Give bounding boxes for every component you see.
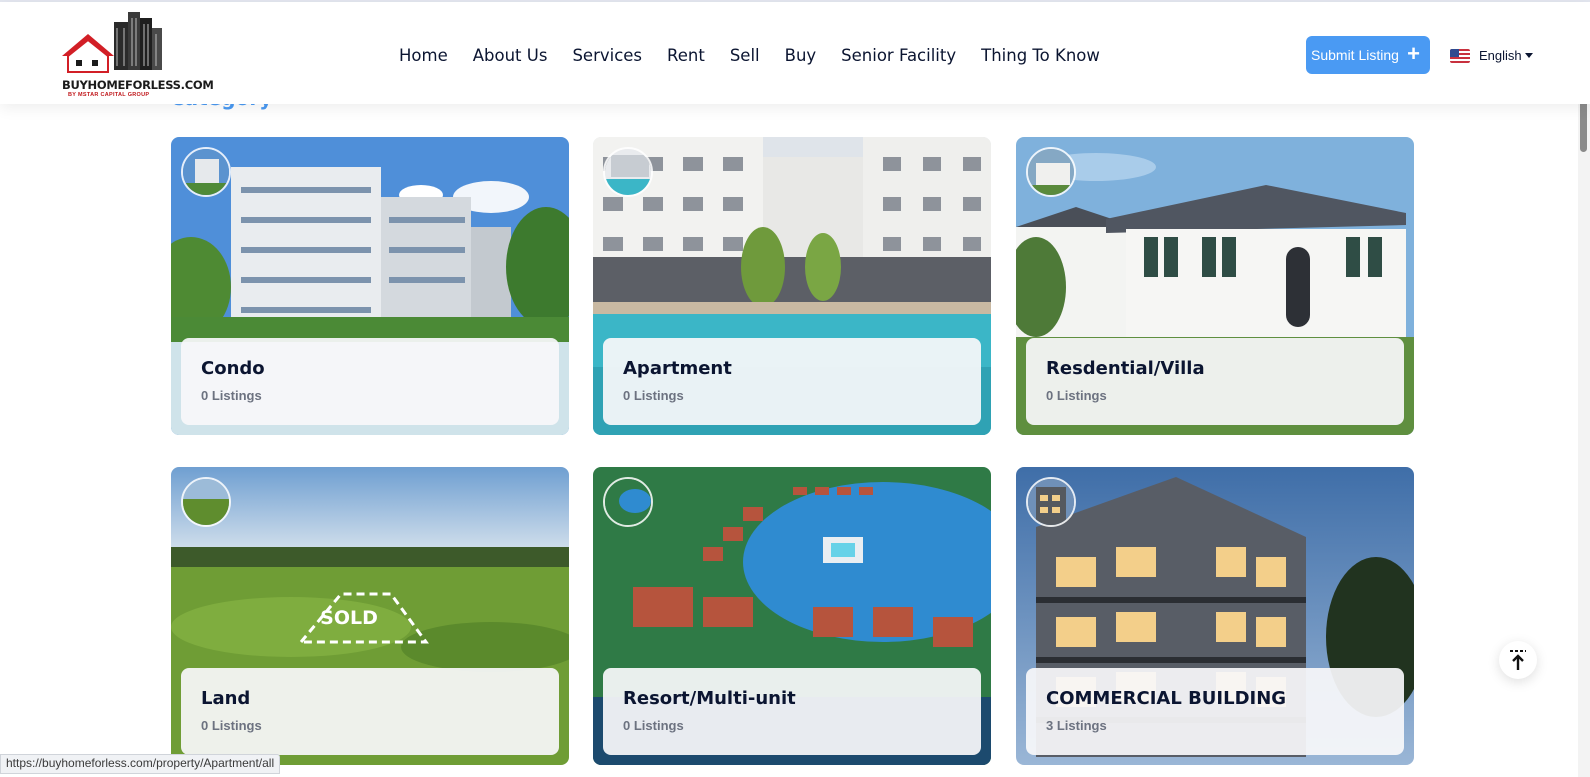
nav-home[interactable]: Home <box>399 46 448 65</box>
condo-info-panel: Condo 0 Listings <box>181 338 559 425</box>
sold-label: SOLD <box>320 607 378 629</box>
status-bar-url: https://buyhomeforless.com/property/Apar… <box>0 754 281 774</box>
listing-count: 0 Listings <box>201 718 262 733</box>
villa-thumbnail <box>1026 147 1076 197</box>
language-label: English <box>1479 48 1522 63</box>
apartment-thumbnail <box>603 147 653 197</box>
commercial-building-thumbnail <box>1026 477 1076 527</box>
chevron-down-icon <box>1524 53 1533 58</box>
nav-services[interactable]: Services <box>572 46 642 65</box>
nav-buy[interactable]: Buy <box>785 46 817 65</box>
commercial-building-info-panel: COMMERCIAL BUILDING 3 Listings <box>1026 668 1404 755</box>
nav-thing-to-know[interactable]: Thing To Know <box>981 46 1100 65</box>
language-selector[interactable]: English <box>1450 48 1533 63</box>
logo-wordmark: BUYHOMEFORLESS.COM <box>62 78 214 92</box>
listing-count: 0 Listings <box>1046 388 1107 403</box>
category-card-apartment[interactable]: Apartment 0 Listings <box>593 137 991 435</box>
apartment-info-panel: Apartment 0 Listings <box>603 338 981 425</box>
category-card-residential-villa[interactable]: Resdential/Villa 0 Listings <box>1016 137 1414 435</box>
nav-rent[interactable]: Rent <box>667 46 705 65</box>
category-title: COMMERCIAL BUILDING <box>1046 688 1287 709</box>
resort-thumbnail <box>603 477 653 527</box>
category-title: Resort/Multi-unit <box>623 688 796 709</box>
arrow-up-icon <box>1510 650 1526 670</box>
category-card-condo[interactable]: Condo 0 Listings <box>171 137 569 435</box>
nav-about-us[interactable]: About Us <box>473 46 548 65</box>
submit-listing-button[interactable]: Submit Listing + <box>1306 36 1430 74</box>
logo-building-icon <box>62 12 162 73</box>
submit-listing-label: Submit Listing <box>1311 47 1399 63</box>
category-card-land[interactable]: SOLD Land 0 Listings <box>171 467 569 765</box>
listing-count: 0 Listings <box>623 718 684 733</box>
villa-info-panel: Resdential/Villa 0 Listings <box>1026 338 1404 425</box>
category-card-resort[interactable]: Resort/Multi-unit 0 Listings <box>593 467 991 765</box>
listing-count: 3 Listings <box>1046 718 1107 733</box>
nav-sell[interactable]: Sell <box>730 46 760 65</box>
us-flag-icon <box>1450 48 1470 63</box>
category-title: Condo <box>201 358 265 379</box>
plus-icon: + <box>1407 41 1420 66</box>
nav-senior-facility[interactable]: Senior Facility <box>841 46 956 65</box>
condo-thumbnail <box>181 147 231 197</box>
main-nav: Home About Us Services Rent Sell Buy Sen… <box>399 46 1125 65</box>
category-title: Land <box>201 688 251 709</box>
land-info-panel: Land 0 Listings <box>181 668 559 755</box>
page-scrollbar[interactable] <box>1578 83 1590 777</box>
listing-count: 0 Listings <box>201 388 262 403</box>
land-thumbnail <box>181 477 231 527</box>
logo-tagline: BY MSTAR CAPITAL GROUP <box>68 92 150 98</box>
site-logo[interactable]: BUYHOMEFORLESS.COM BY MSTAR CAPITAL GROU… <box>62 8 214 102</box>
category-title: Resdential/Villa <box>1046 358 1205 379</box>
site-header: BUYHOMEFORLESS.COM BY MSTAR CAPITAL GROU… <box>0 2 1590 104</box>
scroll-to-top-button[interactable] <box>1499 641 1537 679</box>
category-card-commercial-building[interactable]: COMMERCIAL BUILDING 3 Listings <box>1016 467 1414 765</box>
category-title: Apartment <box>623 358 732 379</box>
resort-info-panel: Resort/Multi-unit 0 Listings <box>603 668 981 755</box>
listing-count: 0 Listings <box>623 388 684 403</box>
